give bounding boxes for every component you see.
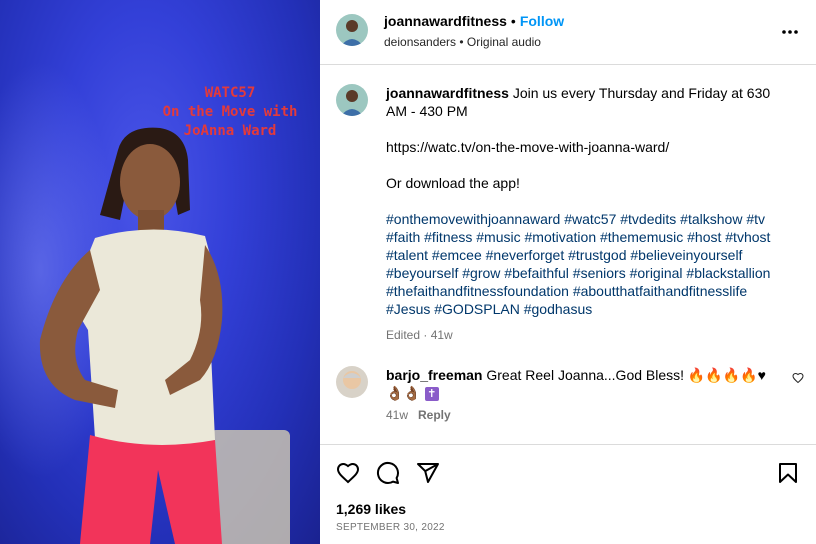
- caption-avatar[interactable]: [336, 84, 368, 116]
- comment-text: barjo_freeman Great Reel Joanna...God Bl…: [386, 366, 778, 402]
- author-username[interactable]: joannawardfitness: [384, 13, 507, 29]
- reel-video[interactable]: WATC57 On the Move with JoAnna Ward: [0, 0, 320, 544]
- header-user-line: joannawardfitness • Follow: [384, 13, 564, 29]
- commenter-username[interactable]: barjo_freeman: [386, 367, 482, 383]
- more-horizontal-icon[interactable]: [780, 22, 800, 42]
- likes-count[interactable]: 1,269 likes: [336, 501, 406, 517]
- presenter-figure: [39, 127, 223, 544]
- paper-plane-icon[interactable]: [416, 461, 440, 485]
- comment-time: 41w: [386, 408, 409, 422]
- caption-link[interactable]: https://watc.tv/on-the-move-with-joanna-…: [386, 138, 786, 156]
- follow-button[interactable]: Follow: [520, 13, 564, 29]
- comment-bubble-icon[interactable]: [376, 461, 400, 485]
- commenter-avatar[interactable]: [336, 366, 368, 398]
- author-avatar[interactable]: [336, 14, 368, 46]
- comment-meta: 41w Reply: [386, 408, 451, 422]
- comment-like-icon[interactable]: [792, 372, 804, 384]
- action-bar: [320, 444, 816, 501]
- bookmark-icon[interactable]: [776, 461, 800, 485]
- caption-edited: Edited · 41w: [386, 328, 453, 342]
- caption-username[interactable]: joannawardfitness: [386, 85, 509, 101]
- audio-subtitle[interactable]: deionsanders • Original audio: [384, 35, 541, 49]
- post-panel: joannawardfitness • Follow deionsanders • …: [320, 0, 816, 544]
- caption-text: joannawardfitness Join us every Thursday…: [386, 84, 786, 344]
- overlay-line-2: On the Move with: [162, 104, 298, 120]
- separator-dot: •: [510, 13, 516, 29]
- cross-emoji: ✝: [424, 387, 439, 402]
- post-header: joannawardfitness • Follow deionsanders • …: [320, 0, 816, 65]
- heart-icon[interactable]: [336, 461, 360, 485]
- overlay-line-3: JoAnna Ward: [183, 123, 277, 139]
- post-date: SEPTEMBER 30, 2022: [336, 522, 445, 533]
- video-title-overlay: WATC57 On the Move with JoAnna Ward: [130, 84, 320, 141]
- caption-hashtags[interactable]: #onthemovewithjoannaward #watc57 #tvdedi…: [386, 210, 786, 318]
- reply-button[interactable]: Reply: [418, 408, 451, 422]
- overlay-line-1: WATC57: [204, 85, 256, 101]
- caption-download: Or download the app!: [386, 175, 520, 191]
